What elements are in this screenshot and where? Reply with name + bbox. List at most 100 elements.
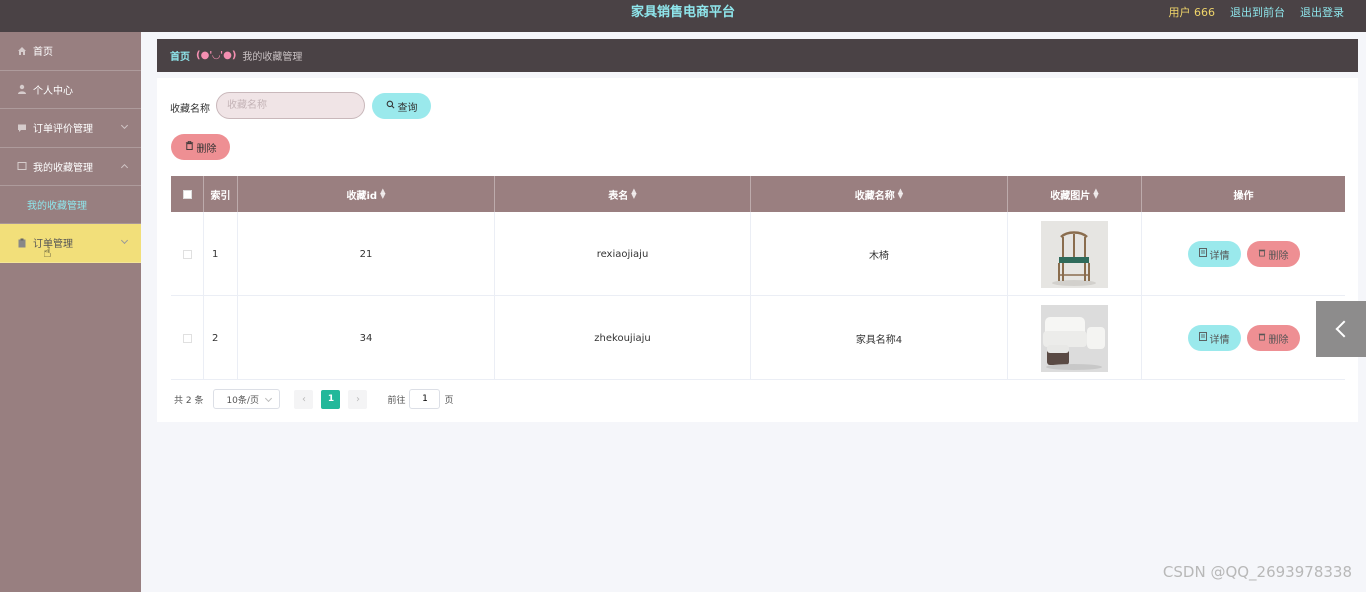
cell-table-name: rexiaojiaju xyxy=(495,212,751,296)
chevron-down-icon xyxy=(120,121,129,130)
search-input[interactable] xyxy=(216,92,365,119)
header-label: 操作 xyxy=(1233,190,1254,202)
chair-image xyxy=(1041,220,1108,288)
sort-icon[interactable]: ▲ ▼ xyxy=(631,188,636,200)
sidebar-item-label: 个人中心 xyxy=(33,85,73,97)
cell-fav-image xyxy=(1008,212,1142,296)
clipboard-icon xyxy=(17,238,27,248)
header-fav-image[interactable]: 收藏图片 ▲ ▼ xyxy=(1008,176,1142,212)
cell-fav-id: 21 xyxy=(238,212,495,296)
trash-icon xyxy=(1258,332,1266,344)
page-unit-label: 页 xyxy=(444,395,454,406)
select-all-checkbox[interactable] xyxy=(182,189,192,199)
query-button-label: 查询 xyxy=(397,102,418,114)
header-label: 表名 xyxy=(608,190,629,202)
favorites-table: 索引 收藏id ▲ ▼ 表名 ▲ ▼ 收藏名称 ▲ ▼ 收藏图片 ▲ ▼ 操作 1 21 rex… xyxy=(171,176,1345,380)
main-panel: 收藏名称 查询 删除 索引 收藏id▲▼ 表名▲▼ 收藏名称▲▼ 收藏图片▲▼ … xyxy=(157,78,1358,422)
goto-page-input[interactable] xyxy=(409,389,441,409)
sidebar-item-favorites[interactable]: 我的收藏管理 xyxy=(0,148,141,186)
user-icon xyxy=(17,84,27,95)
delete-label: 删除 xyxy=(1268,250,1289,262)
chevron-right-icon: › xyxy=(355,393,360,405)
sidebar: 首页 个人中心 订单评价管理 我的收藏管理 我的收藏管理 订单管理 ☝ xyxy=(0,32,141,592)
page-size-value: 10条/页 xyxy=(226,395,259,406)
batch-delete-button[interactable]: 删除 xyxy=(171,134,230,160)
breadcrumb-current: 我的收藏管理 xyxy=(242,52,303,63)
total-count: 共 2 条 xyxy=(174,395,204,406)
next-page-button[interactable]: › xyxy=(348,389,368,409)
delete-label: 删除 xyxy=(1268,334,1289,346)
sidebar-item-label: 订单管理 xyxy=(33,239,73,251)
cell-actions: 详情 删除 xyxy=(1142,212,1345,296)
header-fav-name[interactable]: 收藏名称 ▲ ▼ xyxy=(751,176,1008,212)
sofa-image xyxy=(1041,304,1108,372)
cell-fav-name: 木椅 xyxy=(751,212,1008,296)
sort-icon[interactable]: ▲ ▼ xyxy=(898,188,903,200)
detail-label: 详情 xyxy=(1209,250,1230,262)
select-all-cell xyxy=(171,176,204,212)
current-user: 用户 666 xyxy=(1168,6,1216,19)
chevron-left-icon: ‹ xyxy=(301,393,306,405)
app-title: 家具销售电商平台 xyxy=(630,5,735,20)
home-icon xyxy=(17,46,27,56)
breadcrumb-home[interactable]: 首页 xyxy=(170,48,190,63)
sidebar-item-label: 我的收藏管理 xyxy=(33,162,93,174)
search-label: 收藏名称 xyxy=(170,104,210,115)
chevron-left-icon xyxy=(1335,320,1353,338)
table-row: 1 21 rexiaojiaju 木椅 详情 删除 xyxy=(171,212,1345,296)
comment-icon xyxy=(17,123,27,133)
logout-link[interactable]: 退出登录 xyxy=(1300,0,1344,26)
cell-fav-image xyxy=(1008,296,1142,380)
row-checkbox[interactable] xyxy=(182,249,192,259)
header-table-name[interactable]: 表名 ▲ ▼ xyxy=(495,176,751,212)
table-header: 索引 收藏id ▲ ▼ 表名 ▲ ▼ 收藏名称 ▲ ▼ 收藏图片 ▲ ▼ 操作 xyxy=(171,176,1345,212)
row-checkbox[interactable] xyxy=(182,333,192,343)
delete-button[interactable]: 删除 xyxy=(1246,325,1300,351)
cell-fav-name: 家具名称4 xyxy=(751,296,1008,380)
collapse-toggle-button[interactable] xyxy=(1316,301,1366,357)
top-header: 家具销售电商平台 用户 666 退出到前台 退出登录 xyxy=(0,0,1366,32)
sort-icon[interactable]: ▲ ▼ xyxy=(380,188,385,200)
sidebar-item-orders[interactable]: 订单管理 xyxy=(0,224,141,263)
star-icon xyxy=(17,161,27,171)
delete-button[interactable]: 删除 xyxy=(1246,241,1300,267)
breadcrumb: 首页 (●'◡'●) 我的收藏管理 xyxy=(157,39,1358,72)
cell-actions: 详情 删除 xyxy=(1142,296,1345,380)
exit-to-front-link[interactable]: 退出到前台 xyxy=(1230,0,1285,26)
sidebar-item-order-review[interactable]: 订单评价管理 xyxy=(0,109,141,148)
chevron-down-icon xyxy=(120,236,129,245)
page-number-button[interactable]: 1 xyxy=(321,389,341,409)
detail-button[interactable]: 详情 xyxy=(1187,325,1241,351)
page-size-select[interactable]: 10条/页 xyxy=(213,389,281,409)
hand-cursor-icon: ☝ xyxy=(43,245,52,261)
sidebar-item-home[interactable]: 首页 xyxy=(0,32,141,71)
header-fav-id[interactable]: 收藏id ▲ ▼ xyxy=(238,176,495,212)
document-icon xyxy=(1198,248,1207,260)
sidebar-item-label: 首页 xyxy=(33,47,53,59)
search-icon xyxy=(386,100,395,112)
cell-index: 2 xyxy=(204,296,238,380)
query-button[interactable]: 查询 xyxy=(372,93,431,119)
sidebar-item-profile[interactable]: 个人中心 xyxy=(0,71,141,109)
detail-label: 详情 xyxy=(1209,334,1230,346)
breadcrumb-emoticon: (●'◡'●) xyxy=(196,50,237,61)
header-label: 索引 xyxy=(210,190,231,202)
trash-icon xyxy=(185,141,194,153)
delete-button-label: 删除 xyxy=(196,143,217,155)
sidebar-item-label: 订单评价管理 xyxy=(33,124,93,136)
table-row: 2 34 zhekoujiaju 家具名称4 详情 删除 xyxy=(171,296,1345,380)
trash-icon xyxy=(1258,248,1266,260)
row-select-cell xyxy=(171,296,204,380)
chevron-up-icon xyxy=(120,163,129,171)
sidebar-subitem-my-favorites[interactable]: 我的收藏管理 xyxy=(0,186,141,224)
header-label: 收藏id xyxy=(346,190,378,202)
header-index: 索引 xyxy=(204,176,238,212)
document-icon xyxy=(1198,332,1207,344)
goto-label: 前往 xyxy=(387,395,406,406)
cell-fav-id: 34 xyxy=(238,296,495,380)
sort-icon[interactable]: ▲ ▼ xyxy=(1093,188,1098,200)
prev-page-button[interactable]: ‹ xyxy=(294,389,314,409)
header-label: 收藏图片 xyxy=(1050,190,1091,202)
pagination: 共 2 条 10条/页 ‹ 1 › 前往 页 xyxy=(174,389,453,409)
detail-button[interactable]: 详情 xyxy=(1187,241,1241,267)
